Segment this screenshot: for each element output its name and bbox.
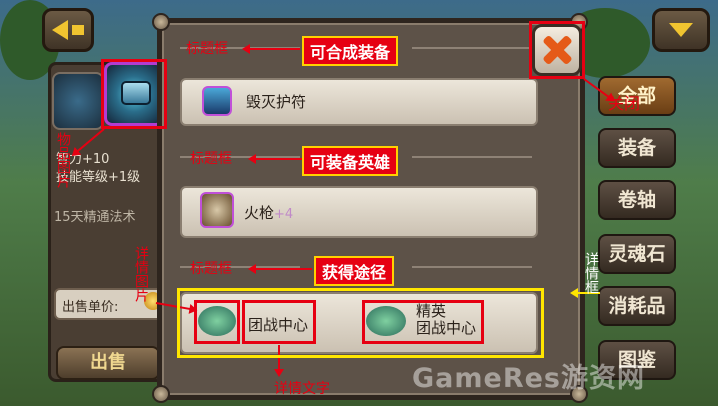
hero-portrait-icon (200, 192, 234, 228)
item-thumbnail-back (52, 72, 104, 130)
back-button[interactable] (42, 8, 94, 52)
stat-line-3: 15天精通法术 (54, 210, 136, 225)
ann-arrow (250, 158, 302, 160)
section-title-source: 获得途径 (314, 256, 395, 286)
price-label: 出售单价: (62, 300, 119, 315)
back-arrow-icon (52, 20, 68, 40)
menu-dropdown-button[interactable] (652, 8, 710, 52)
ann-title-frame-3: 标题框 (190, 261, 232, 277)
hero-name: 火枪+4 (244, 204, 294, 222)
ann-icon-label: 物品图片 (55, 132, 71, 188)
composable-item-card[interactable] (180, 78, 538, 126)
section-title-composable: 可合成装备 (302, 36, 399, 66)
tab-equipment[interactable]: 装备 (598, 128, 676, 168)
ann-item-image-box (101, 59, 167, 129)
hero-plus: +4 (274, 207, 294, 222)
ann-title-frame-1: 标题框 (186, 41, 228, 57)
tab-scroll[interactable]: 卷轴 (598, 180, 676, 220)
section-divider (412, 47, 532, 49)
watermark: GameRes游资网 (412, 363, 646, 394)
amulet-icon (202, 86, 232, 116)
section-title-equip-hero: 可装备英雄 (302, 146, 399, 176)
ann-close-label: 关闭 (608, 94, 641, 113)
ann-detail-frame-label: 详情框 (583, 252, 599, 294)
ann-detail-frame-box (177, 288, 544, 358)
sell-button[interactable]: 出售 (56, 346, 160, 380)
section-divider (412, 156, 532, 158)
section-divider (412, 266, 532, 268)
tab-soulstone[interactable]: 灵魂石 (598, 234, 676, 274)
ann-detail-text-label: 详情文字 (274, 381, 330, 397)
ann-detail-image-label: 详情图片 (133, 246, 149, 302)
tab-consumable[interactable]: 消耗品 (598, 286, 676, 326)
dropdown-arrow-icon (669, 23, 693, 37)
ann-title-frame-2: 标题框 (190, 151, 232, 167)
ann-arrow (250, 268, 312, 270)
ann-arrow (244, 48, 300, 50)
ann-close-box (529, 21, 585, 79)
composable-item-name: 毁灭护符 (246, 93, 307, 111)
